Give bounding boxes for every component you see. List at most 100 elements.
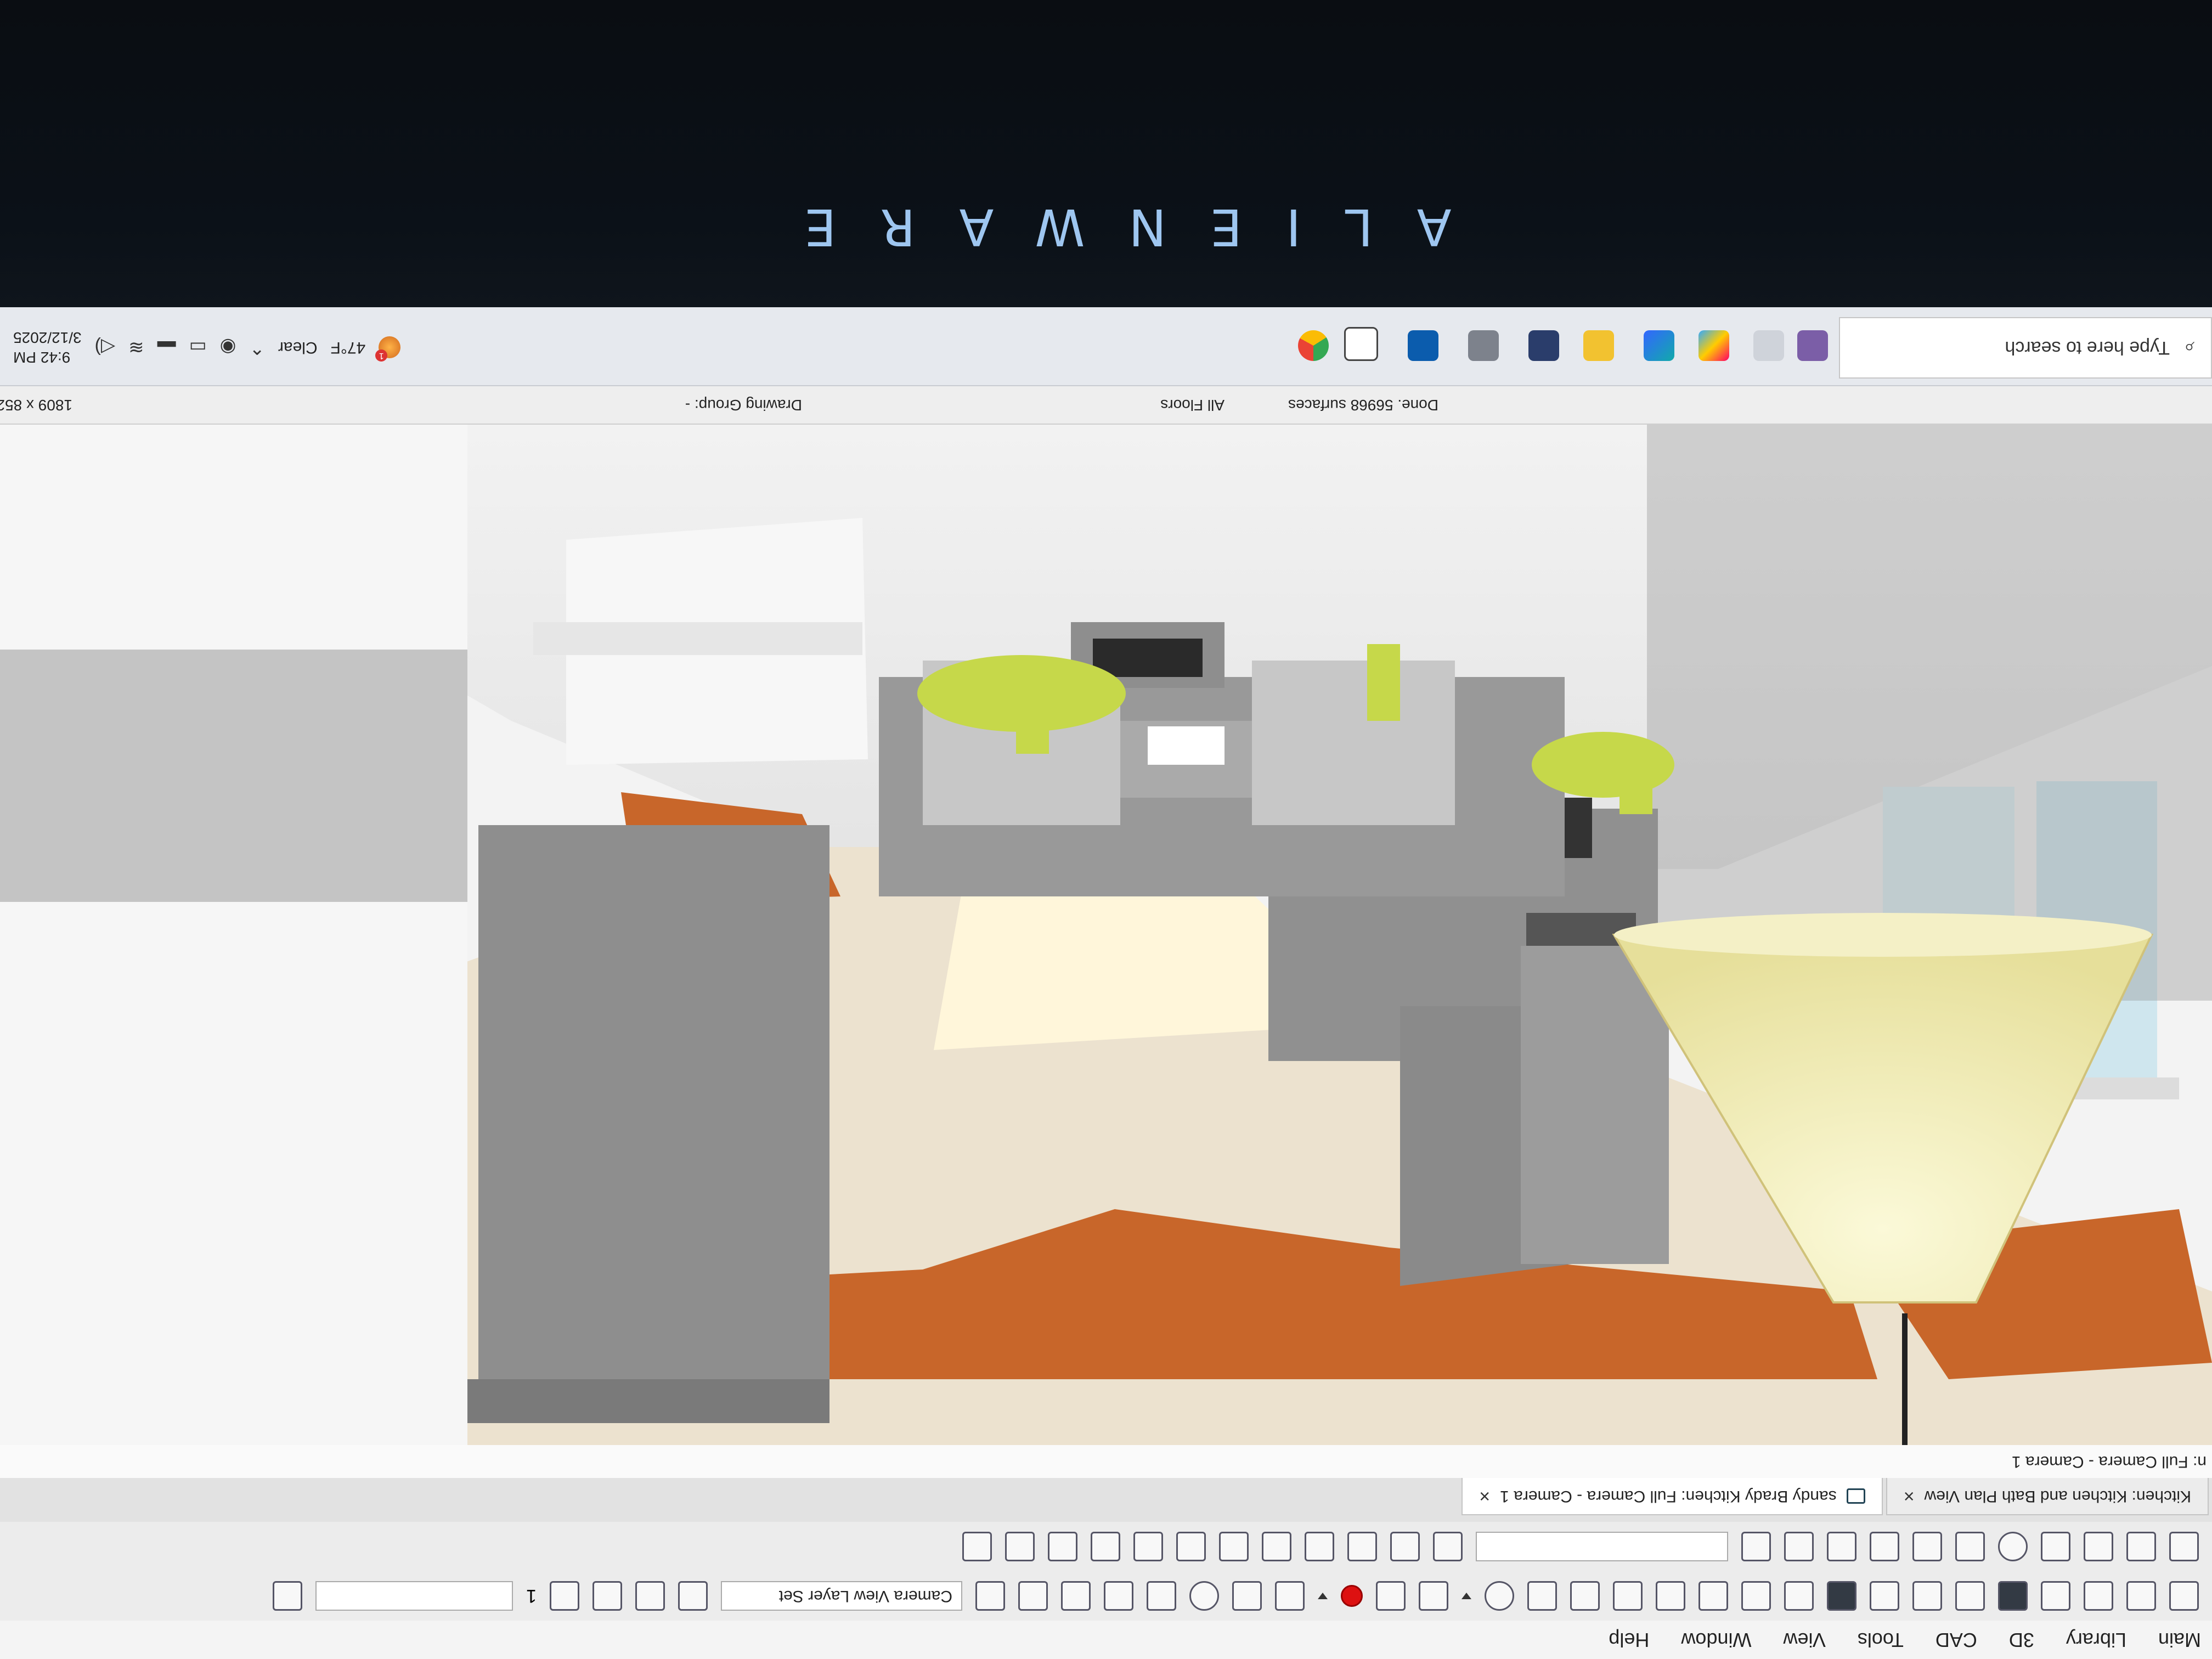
magnet-icon[interactable] bbox=[1699, 1581, 1728, 1611]
menu-help[interactable]: Help bbox=[1609, 1628, 1649, 1651]
close-icon[interactable]: × bbox=[1479, 1486, 1490, 1507]
rectangle-icon[interactable] bbox=[2041, 1532, 2070, 1561]
pencil-icon[interactable] bbox=[1955, 1581, 1985, 1611]
menu-library[interactable]: Library bbox=[2066, 1628, 2126, 1651]
target-icon[interactable] bbox=[1189, 1581, 1219, 1611]
sun-icon[interactable] bbox=[1147, 1581, 1176, 1611]
cad-select[interactable] bbox=[1476, 1532, 1728, 1561]
store-icon[interactable] bbox=[1528, 330, 1559, 361]
undo-icon[interactable] bbox=[1784, 1532, 1814, 1561]
menu-cad[interactable]: CAD bbox=[1936, 1628, 1977, 1651]
menu-main[interactable]: Main bbox=[2158, 1628, 2201, 1651]
zoom-icon[interactable] bbox=[1376, 1581, 1406, 1611]
paint-icon[interactable] bbox=[1061, 1581, 1091, 1611]
wrench-icon[interactable] bbox=[1741, 1581, 1771, 1611]
layer-set-select[interactable]: Camera View Layer Set bbox=[721, 1581, 962, 1611]
settings-icon[interactable] bbox=[1468, 330, 1499, 361]
camera-icon[interactable] bbox=[2084, 1581, 2113, 1611]
walkthrough-icon[interactable] bbox=[2041, 1581, 2070, 1611]
menu-view[interactable]: View bbox=[1783, 1628, 1825, 1651]
render-icon[interactable] bbox=[1275, 1581, 1305, 1611]
search-placeholder: Type here to search bbox=[2005, 337, 2170, 359]
hammer-icon[interactable] bbox=[1784, 1581, 1814, 1611]
wall-icon[interactable] bbox=[1390, 1532, 1420, 1561]
task-view-icon[interactable] bbox=[1753, 330, 1784, 361]
camera-viewport[interactable] bbox=[0, 425, 2212, 1445]
stairs-icon[interactable] bbox=[1262, 1532, 1291, 1561]
door-icon[interactable] bbox=[1347, 1532, 1377, 1561]
refresh-icon[interactable] bbox=[273, 1581, 303, 1611]
menu-bar: Main Library 3D CAD Tools View Window He… bbox=[0, 1620, 2212, 1659]
clock[interactable]: 9:42 PM 3/12/2025 bbox=[13, 328, 82, 367]
menu-3d[interactable]: 3D bbox=[2009, 1628, 2034, 1651]
tab-camera-view[interactable]: sandy Brady Kitchen: Full Camera - Camer… bbox=[1462, 1478, 1883, 1515]
pan-icon[interactable] bbox=[1419, 1581, 1448, 1611]
screen-icon[interactable] bbox=[1232, 1581, 1262, 1611]
legend-icon[interactable] bbox=[2169, 1581, 2199, 1611]
hand-icon[interactable] bbox=[635, 1581, 665, 1611]
hatch-icon[interactable] bbox=[1656, 1581, 1685, 1611]
menu-window[interactable]: Window bbox=[1681, 1628, 1751, 1651]
chevron-down-icon[interactable] bbox=[592, 1581, 622, 1611]
monitor-bezel: ALIENWARE bbox=[0, 0, 2212, 324]
polyline-icon[interactable] bbox=[2084, 1532, 2113, 1561]
plan-view-icon[interactable] bbox=[975, 1581, 1005, 1611]
text-icon[interactable] bbox=[1870, 1581, 1899, 1611]
wifi-icon[interactable]: ≋ bbox=[128, 336, 144, 358]
terrain-icon[interactable] bbox=[962, 1532, 992, 1561]
menu-tools[interactable]: Tools bbox=[1858, 1628, 1904, 1651]
close-icon[interactable]: × bbox=[1904, 1486, 1915, 1507]
cabinet-icon[interactable] bbox=[1433, 1532, 1463, 1561]
status-drawing-group: Drawing Group: - bbox=[685, 397, 802, 414]
lamp-icon[interactable] bbox=[1827, 1581, 1857, 1611]
chrome-icon[interactable] bbox=[1298, 330, 1329, 361]
volume-icon[interactable]: ◁) bbox=[95, 336, 115, 358]
chevron-down-icon[interactable] bbox=[1318, 1593, 1328, 1599]
fixture-icon[interactable] bbox=[1048, 1532, 1077, 1561]
weather-temp[interactable]: 47°F bbox=[331, 338, 366, 357]
draw-box-icon[interactable] bbox=[2169, 1532, 2199, 1561]
eyedropper-icon[interactable] bbox=[1018, 1581, 1048, 1611]
edit-tool-icon[interactable] bbox=[1998, 1581, 2028, 1611]
tab-plan-view[interactable]: Kitchen: Kitchen and Bath Plan View × bbox=[1886, 1478, 2209, 1515]
copilot-icon[interactable] bbox=[1699, 330, 1729, 361]
grid-icon[interactable] bbox=[2126, 1532, 2156, 1561]
record-icon[interactable] bbox=[1341, 1585, 1363, 1607]
chevron-up-icon[interactable]: ⌃ bbox=[249, 336, 265, 358]
snipping-tool-icon[interactable] bbox=[1344, 327, 1378, 361]
window-icon[interactable] bbox=[1305, 1532, 1334, 1561]
chevron-down-icon[interactable] bbox=[1462, 1593, 1471, 1599]
circle-icon[interactable] bbox=[1998, 1532, 2028, 1561]
hand-icon[interactable] bbox=[678, 1581, 708, 1611]
file-explorer-icon[interactable] bbox=[1583, 330, 1614, 361]
app-icon[interactable] bbox=[1797, 330, 1828, 361]
orbit-icon[interactable] bbox=[1485, 1581, 1514, 1611]
arc-icon[interactable] bbox=[1955, 1532, 1985, 1561]
camera-view-icon[interactable] bbox=[1527, 1581, 1557, 1611]
weather-icon[interactable]: 1 bbox=[375, 336, 401, 362]
battery-icon[interactable]: ▬ bbox=[157, 337, 176, 358]
display-icon[interactable]: ▭ bbox=[189, 336, 207, 358]
column-icon[interactable] bbox=[1133, 1532, 1163, 1561]
roof-icon[interactable] bbox=[1219, 1532, 1249, 1561]
edge-icon[interactable] bbox=[1644, 330, 1674, 361]
clock-time: 9:42 PM bbox=[13, 349, 71, 366]
record-icon[interactable]: ◉ bbox=[220, 336, 236, 358]
layer-icon[interactable] bbox=[1613, 1581, 1643, 1611]
select-objects-icon[interactable] bbox=[2126, 1581, 2156, 1611]
dimension-icon[interactable] bbox=[1912, 1581, 1942, 1611]
framing-icon[interactable] bbox=[1091, 1532, 1120, 1561]
taskbar-search[interactable]: ⌕ Type here to search bbox=[1839, 317, 2212, 379]
measure-icon[interactable] bbox=[1570, 1581, 1600, 1611]
delete-icon[interactable] bbox=[1870, 1532, 1899, 1561]
weather-condition[interactable]: Clear bbox=[278, 338, 318, 357]
transform-icon[interactable] bbox=[1827, 1532, 1857, 1561]
dimension-line-icon[interactable] bbox=[1005, 1532, 1035, 1561]
outlook-icon[interactable] bbox=[1408, 330, 1438, 361]
floor-select[interactable] bbox=[315, 1581, 514, 1611]
materials-icon[interactable] bbox=[1104, 1581, 1133, 1611]
spline-icon[interactable] bbox=[1912, 1532, 1942, 1561]
chevron-up-icon[interactable] bbox=[550, 1581, 579, 1611]
trim-icon[interactable] bbox=[1741, 1532, 1771, 1561]
room-icon[interactable] bbox=[1176, 1532, 1206, 1561]
